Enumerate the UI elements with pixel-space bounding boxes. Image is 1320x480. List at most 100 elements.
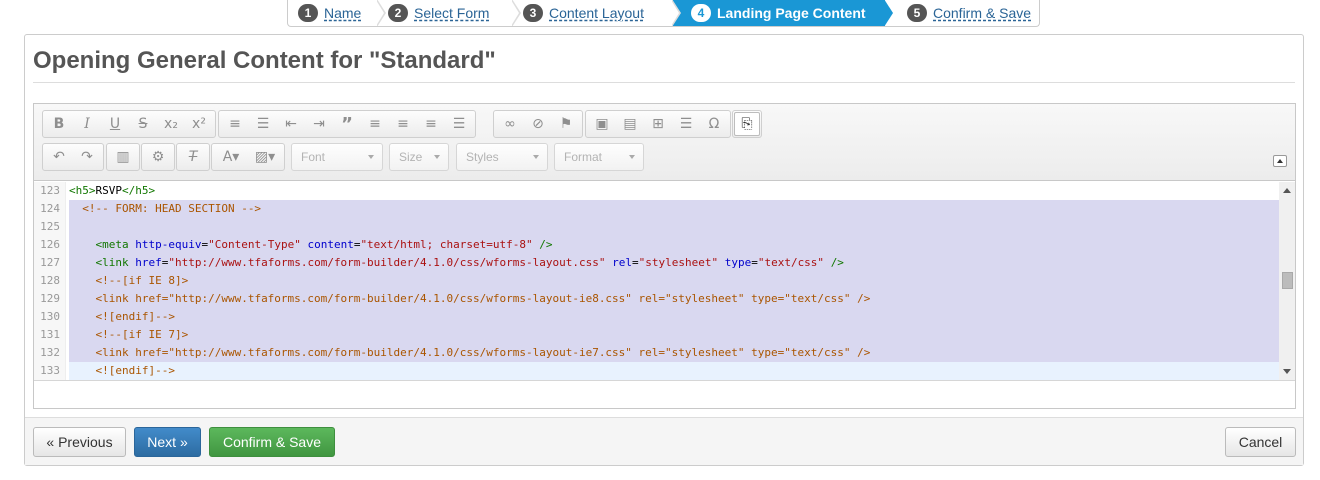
line-number: 124 xyxy=(40,202,60,215)
code-text: <!--[if IE 7]> xyxy=(69,326,1280,344)
table-icon[interactable]: ⊞ xyxy=(644,112,672,136)
code-line[interactable]: 133 <![endif]--> xyxy=(34,362,1280,380)
underline-icon[interactable]: U xyxy=(101,112,129,136)
code-line[interactable]: 127 <link href="http://www.tfaforms.com/… xyxy=(34,254,1280,272)
font-select[interactable]: Font xyxy=(291,143,383,171)
undo-icon[interactable]: ↶ xyxy=(45,145,73,169)
styles-select[interactable]: Styles xyxy=(456,143,548,171)
step-landing-page-content[interactable]: 4 Landing Page Content xyxy=(673,0,893,26)
scroll-down-icon[interactable] xyxy=(1283,369,1291,374)
link-icon[interactable]: ∞ xyxy=(496,112,524,136)
step-select-form[interactable]: 2 Select Form xyxy=(378,0,521,26)
code-text: <!--[if IE 8]> xyxy=(69,272,1280,290)
settings-icon[interactable]: ⚙ xyxy=(144,145,172,169)
styles-select-label: Styles xyxy=(466,150,499,164)
step-label: Landing Page Content xyxy=(717,5,866,21)
indent-icon[interactable]: ⇥ xyxy=(305,112,333,136)
image-icon[interactable]: ▣ xyxy=(588,112,616,136)
insert-group: ▣ ▤ ⊞ ☰ Ω xyxy=(585,110,731,138)
scroll-thumb[interactable] xyxy=(1282,272,1293,289)
step-confirm-save[interactable]: 5 Confirm & Save xyxy=(885,0,1039,26)
numbered-list-icon[interactable]: ≡ xyxy=(221,112,249,136)
step-name[interactable]: 1 Name xyxy=(288,0,386,26)
step-number: 4 xyxy=(691,4,711,22)
bulleted-list-icon[interactable]: ☰ xyxy=(249,112,277,136)
code-line[interactable]: 129 <link href="http://www.tfaforms.com/… xyxy=(34,290,1280,308)
bg-color-icon[interactable]: ▨▾ xyxy=(248,145,282,169)
source-group: ⎘ xyxy=(732,110,762,138)
code-text: <meta http-equiv="Content-Type" content=… xyxy=(69,236,1280,254)
chevron-right-icon xyxy=(376,0,386,26)
code-line[interactable]: 132 <link href="http://www.tfaforms.com/… xyxy=(34,344,1280,362)
code-line[interactable]: 125 xyxy=(34,218,1280,236)
italic-icon[interactable]: I xyxy=(73,112,101,136)
flash-icon[interactable]: ▤ xyxy=(616,112,644,136)
line-number: 127 xyxy=(40,256,60,269)
vertical-scrollbar[interactable] xyxy=(1279,182,1295,380)
links-group: ∞ ⊘ ⚑ xyxy=(493,110,583,138)
horizontal-rule-icon[interactable]: ☰ xyxy=(672,112,700,136)
code-text: <!-- FORM: HEAD SECTION --> xyxy=(69,200,1280,218)
next-button[interactable]: Next » xyxy=(134,427,201,457)
chevron-down-icon xyxy=(434,155,440,159)
chevron-down-icon xyxy=(368,155,374,159)
code-line[interactable]: 123 <h5>RSVP</h5> xyxy=(34,182,1280,200)
blockquote-icon[interactable]: ” xyxy=(333,112,361,136)
chevron-down-icon xyxy=(629,155,635,159)
previous-button[interactable]: « Previous xyxy=(33,427,126,457)
collapse-toolbar-icon[interactable] xyxy=(1273,155,1287,167)
line-number: 129 xyxy=(40,292,60,305)
strikethrough-icon[interactable]: S xyxy=(129,112,157,136)
format-select[interactable]: Format xyxy=(554,143,644,171)
code-text: <h5>RSVP</h5> xyxy=(69,184,156,197)
code-line[interactable]: 124 <!-- FORM: HEAD SECTION --> xyxy=(34,200,1280,218)
line-number: 131 xyxy=(40,328,60,341)
cancel-button[interactable]: Cancel xyxy=(1225,427,1296,457)
chevron-right-icon xyxy=(671,0,681,26)
step-label: Select Form xyxy=(414,5,490,21)
step-label: Confirm & Save xyxy=(933,5,1032,21)
code-line[interactable]: 128 <!--[if IE 8]> xyxy=(34,272,1280,290)
undo-group: ↶ ↷ xyxy=(42,143,104,171)
anchor-icon[interactable]: ⚑ xyxy=(552,112,580,136)
scroll-up-icon[interactable] xyxy=(1283,188,1291,193)
colors-group: A▾ ▨▾ xyxy=(211,143,285,171)
justify-icon[interactable]: ☰ xyxy=(445,112,473,136)
superscript-icon[interactable]: x² xyxy=(185,112,213,136)
source-code-area[interactable]: 123 <h5>RSVP</h5> 124 <!-- FORM: HEAD SECT… xyxy=(34,182,1295,380)
wizard-steps: 1 Name 2 Select Form 3 Content Layout 4 … xyxy=(287,0,1040,27)
step-label: Name xyxy=(324,5,362,21)
paragraph-group: ≡ ☰ ⇤ ⇥ ” ≡ ≡ ≡ ☰ xyxy=(218,110,476,138)
text-color-icon[interactable]: A▾ xyxy=(214,145,248,169)
divider xyxy=(33,82,1295,83)
special-char-icon[interactable]: Ω xyxy=(700,112,728,136)
unlink-icon[interactable]: ⊘ xyxy=(524,112,552,136)
chevron-down-icon xyxy=(533,155,539,159)
step-number: 1 xyxy=(298,4,318,22)
line-number: 133 xyxy=(40,364,60,377)
code-line[interactable]: 130 <![endif]--> xyxy=(34,308,1280,326)
editor-statusbar xyxy=(34,380,1295,408)
code-line[interactable]: 126 <meta http-equiv="Content-Type" cont… xyxy=(34,236,1280,254)
bold-icon[interactable]: B xyxy=(45,112,73,136)
subscript-icon[interactable]: x₂ xyxy=(157,112,185,136)
size-select[interactable]: Size xyxy=(389,143,449,171)
paste-icon[interactable]: ▥ xyxy=(109,145,137,169)
chevron-right-icon xyxy=(884,0,893,26)
font-select-label: Font xyxy=(301,150,326,164)
code-line[interactable]: 131 <!--[if IE 7]> xyxy=(34,326,1280,344)
source-icon[interactable]: ⎘ xyxy=(734,112,760,136)
code-text: <link href="http://www.tfaforms.com/form… xyxy=(69,344,1280,362)
align-right-icon[interactable]: ≡ xyxy=(417,112,445,136)
confirm-save-button[interactable]: Confirm & Save xyxy=(209,427,335,457)
redo-icon[interactable]: ↷ xyxy=(73,145,101,169)
remove-format-icon[interactable]: T xyxy=(179,145,207,169)
align-center-icon[interactable]: ≡ xyxy=(389,112,417,136)
line-number: 132 xyxy=(40,346,60,359)
align-left-icon[interactable]: ≡ xyxy=(361,112,389,136)
format-clear-group: T xyxy=(176,143,210,171)
editor-toolbar: B I U S x₂ x² ≡ ☰ ⇤ ⇥ ” ≡ ≡ ≡ ☰ ∞ ⊘ ⚑ ▣ … xyxy=(34,104,1295,181)
outdent-icon[interactable]: ⇤ xyxy=(277,112,305,136)
step-content-layout[interactable]: 3 Content Layout xyxy=(513,0,681,26)
clipboard-group: ▥ xyxy=(106,143,140,171)
